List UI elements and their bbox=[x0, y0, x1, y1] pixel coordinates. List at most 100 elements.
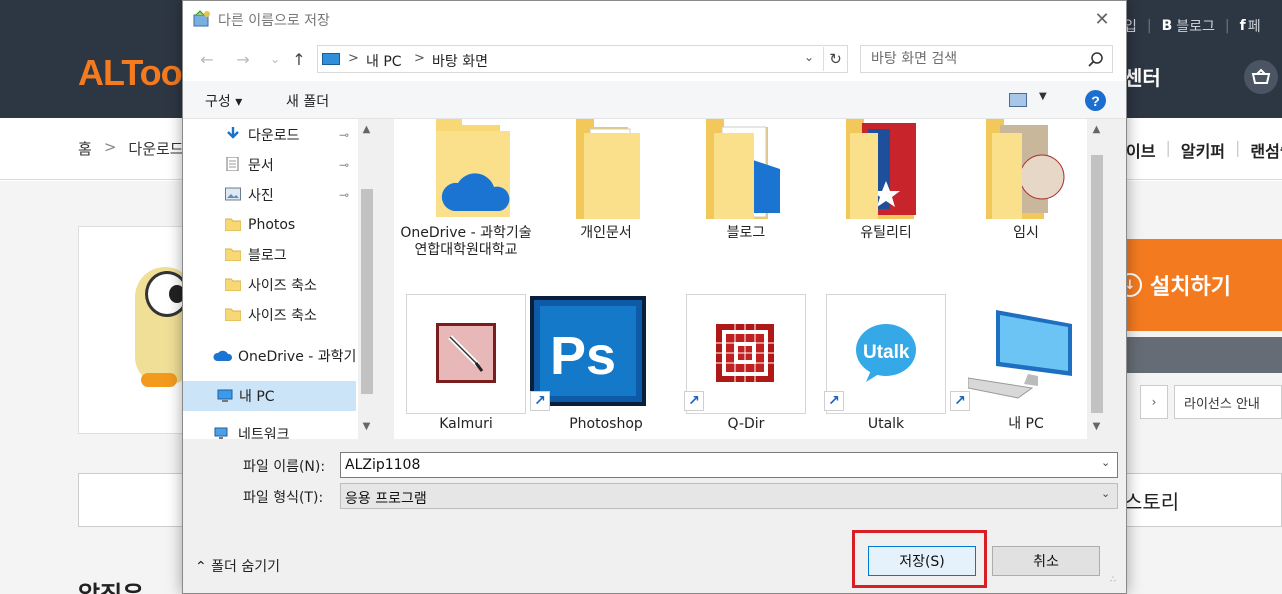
address-segment-my-pc[interactable]: 내 PC bbox=[366, 51, 402, 71]
file-item-utilities[interactable]: 유틸리티 bbox=[826, 119, 946, 249]
scrollbar-thumb[interactable] bbox=[361, 189, 373, 394]
shortcut-arrow-icon: ↗ bbox=[530, 391, 550, 411]
organize-button[interactable]: 구성 ▾ bbox=[205, 91, 242, 111]
file-pane-scrollbar[interactable]: ▲ ▼ bbox=[1087, 119, 1106, 439]
download-arrow-icon bbox=[227, 127, 239, 139]
nav-item-photos[interactable]: Photos bbox=[183, 210, 356, 240]
navigation-pane: 다운로드 ⊸ 문서 ⊸ 사진 ⊸ Photos 블로그 사이즈 축소 사이즈 축… bbox=[183, 119, 376, 439]
network-icon bbox=[214, 427, 228, 439]
up-button[interactable]: ↑ bbox=[287, 47, 311, 71]
cancel-button[interactable]: 취소 bbox=[992, 546, 1100, 576]
breadcrumb: 홈 > 다운로드 bbox=[78, 138, 184, 159]
picture-icon bbox=[225, 187, 241, 201]
refresh-button[interactable]: ↻ bbox=[823, 47, 847, 71]
facebook-link[interactable]: 페 bbox=[1248, 16, 1261, 36]
qdir-app-icon bbox=[716, 324, 774, 382]
tab-history[interactable]: 스토리 bbox=[1124, 486, 1179, 515]
mascot-foot bbox=[141, 373, 177, 387]
nav-item-resize-2[interactable]: 사이즈 축소 bbox=[183, 300, 356, 330]
address-bar[interactable]: > 내 PC > 바탕 화면 ⌄ ↻ bbox=[317, 45, 848, 73]
resize-grip[interactable]: ∴ bbox=[1110, 576, 1116, 585]
filetype-select[interactable]: 응용 프로그램 bbox=[340, 483, 1118, 509]
save-button[interactable]: 저장(S) bbox=[868, 546, 976, 576]
breadcrumb-sep: > bbox=[103, 138, 117, 156]
cart-button[interactable] bbox=[1244, 60, 1278, 94]
nav-item-network[interactable]: 네트워크 bbox=[183, 419, 356, 439]
nav-item-label: 사이즈 축소 bbox=[248, 308, 317, 324]
nav-item-pictures[interactable]: 사진 ⊸ bbox=[183, 180, 356, 210]
scrollbar-thumb[interactable] bbox=[1091, 155, 1103, 413]
install-label: 설치하기 bbox=[1150, 275, 1231, 300]
nav-item-blog[interactable]: 블로그 bbox=[183, 240, 356, 270]
folder-icon bbox=[846, 119, 916, 219]
nav-item-archive[interactable]: 이브 bbox=[1126, 138, 1155, 162]
computer-icon bbox=[968, 310, 1072, 399]
section-title: 알집은 bbox=[78, 583, 144, 594]
address-dropdown-icon[interactable]: ⌄ bbox=[804, 50, 814, 64]
file-item-kalmuri[interactable]: Kalmuri bbox=[406, 294, 526, 439]
search-input[interactable] bbox=[861, 46, 1081, 72]
utalk-app-icon: Utalk bbox=[856, 324, 916, 382]
folder-icon bbox=[225, 218, 241, 231]
file-item-this-pc[interactable]: ↗ 내 PC bbox=[950, 294, 1086, 439]
nav-item-resize-1[interactable]: 사이즈 축소 bbox=[183, 270, 356, 300]
filename-label: 파일 이름(N): bbox=[243, 459, 326, 475]
nav-item-this-pc[interactable]: 내 PC bbox=[183, 381, 356, 411]
scroll-down-icon[interactable]: ▼ bbox=[1088, 421, 1105, 432]
site-logo[interactable]: ALToo bbox=[78, 52, 183, 94]
save-dialog-icon bbox=[193, 10, 210, 27]
help-icon[interactable]: ? bbox=[1085, 90, 1106, 111]
chevron-right-icon[interactable]: > bbox=[348, 51, 359, 66]
pin-icon: ⊸ bbox=[339, 188, 350, 202]
nav-item-documents[interactable]: 문서 ⊸ bbox=[183, 150, 356, 180]
nav-item-alkeeper[interactable]: 알키퍼 bbox=[1181, 138, 1225, 162]
nav-item-label: 다운로드 bbox=[248, 128, 300, 144]
file-label: OneDrive - 과학기술연합대학원대학교 bbox=[400, 225, 532, 258]
pager-next-button[interactable]: › bbox=[1140, 385, 1168, 419]
forward-button[interactable]: → bbox=[231, 47, 255, 71]
computer-icon bbox=[322, 53, 340, 65]
close-button[interactable]: ✕ bbox=[1088, 7, 1116, 31]
file-item-qdir[interactable]: ↗ Q-Dir bbox=[684, 294, 806, 439]
folder-icon bbox=[576, 119, 640, 219]
folder-icon bbox=[225, 248, 241, 261]
nav-item-downloads[interactable]: 다운로드 ⊸ bbox=[183, 120, 356, 150]
nav-item-label: 사진 bbox=[248, 188, 274, 204]
recent-locations-button[interactable]: ⌄ bbox=[263, 47, 287, 71]
customer-center-link[interactable]: 센터 bbox=[1124, 62, 1161, 91]
address-segment-desktop[interactable]: 바탕 화면 bbox=[432, 51, 488, 71]
file-label: 임시 bbox=[1013, 225, 1039, 241]
file-item-blog[interactable]: 블로그 bbox=[686, 119, 806, 249]
new-folder-button[interactable]: 새 폴더 bbox=[286, 91, 329, 111]
file-item-temp[interactable]: 임시 bbox=[966, 119, 1086, 249]
photoshop-app-icon: Ps bbox=[530, 296, 646, 406]
breadcrumb-home[interactable]: 홈 bbox=[78, 138, 92, 159]
search-icon[interactable] bbox=[1087, 51, 1105, 69]
cart-icon bbox=[1251, 68, 1271, 84]
file-item-utalk[interactable]: Utalk ↗ Utalk bbox=[824, 294, 946, 439]
chevron-right-icon[interactable]: > bbox=[414, 51, 425, 66]
nav-pane-scrollbar[interactable]: ▲ ▼ bbox=[358, 119, 376, 439]
divider: | bbox=[1224, 18, 1230, 34]
view-options-dropdown[interactable]: ▼ bbox=[1039, 91, 1047, 102]
file-item-personal-docs[interactable]: 개인문서 bbox=[546, 119, 666, 249]
blog-link[interactable]: 블로그 bbox=[1176, 16, 1215, 36]
file-item-onedrive[interactable]: OneDrive - 과학기술연합대학원대학교 bbox=[400, 119, 532, 289]
scroll-down-icon[interactable]: ▼ bbox=[358, 421, 375, 432]
chevron-down-icon[interactable]: ⌄ bbox=[1101, 487, 1110, 500]
file-item-photoshop[interactable]: Ps ↗ Photoshop bbox=[530, 294, 666, 439]
chevron-down-icon[interactable]: ⌄ bbox=[1101, 456, 1110, 469]
nav-item-ransomshield[interactable]: 랜섬쉴 bbox=[1250, 138, 1282, 162]
hide-folders-button[interactable]: ⌃ 폴더 숨기기 bbox=[195, 556, 280, 576]
view-options-icon[interactable] bbox=[1009, 93, 1027, 107]
scroll-up-icon[interactable]: ▲ bbox=[1088, 124, 1105, 135]
license-info-button[interactable]: 라이선스 안내 bbox=[1174, 385, 1282, 419]
filename-input[interactable] bbox=[340, 452, 1118, 478]
back-button[interactable]: ← bbox=[195, 47, 219, 71]
filetype-label: 파일 형식(T): bbox=[243, 490, 324, 506]
nav-item-onedrive[interactable]: OneDrive - 과학기 bbox=[183, 341, 356, 371]
breadcrumb-download[interactable]: 다운로드 bbox=[128, 138, 183, 159]
install-button[interactable]: ↓ 설치하기 bbox=[1118, 239, 1282, 331]
save-as-dialog: 다른 이름으로 저장 ✕ ← → ⌄ ↑ > 내 PC > 바탕 화면 ⌄ ↻ … bbox=[182, 0, 1127, 594]
scroll-up-icon[interactable]: ▲ bbox=[358, 124, 375, 135]
